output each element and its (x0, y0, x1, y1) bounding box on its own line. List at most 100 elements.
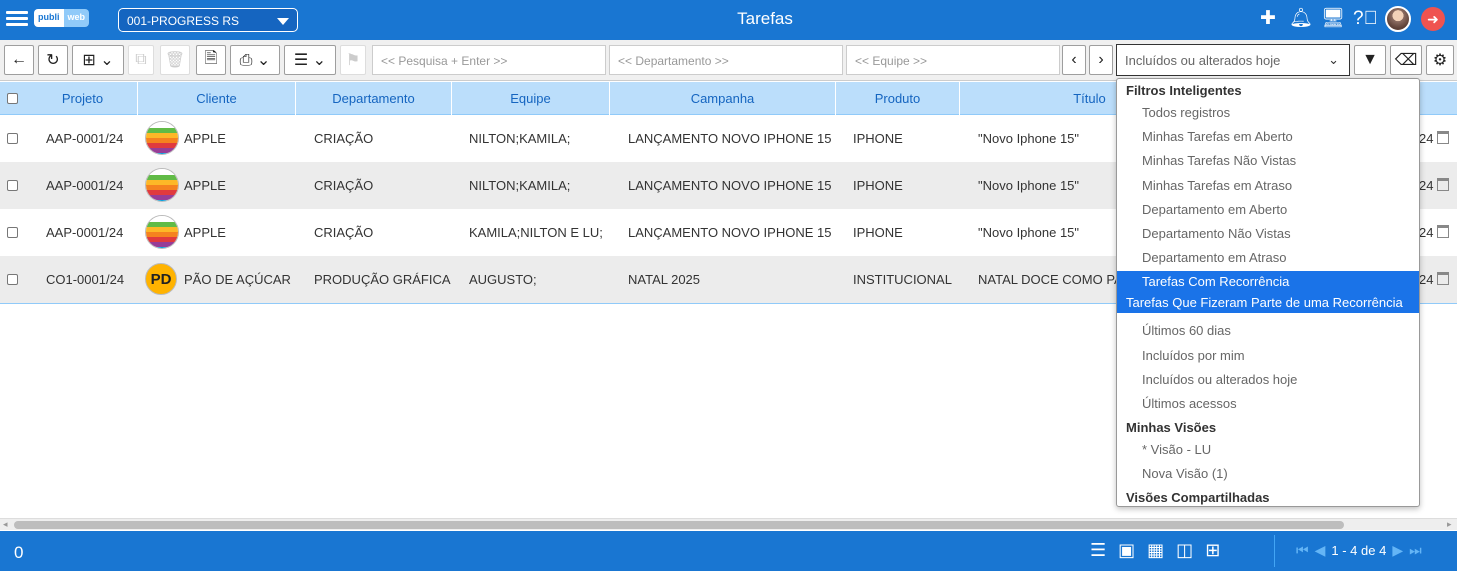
cell-campanha: LANÇAMENTO NOVO IPHONE 15 (628, 131, 832, 146)
divider (1274, 535, 1275, 567)
horizontal-scrollbar[interactable]: ◂ ▸ (0, 518, 1457, 530)
scroll-left-arrow-icon[interactable]: ◂ (3, 519, 8, 530)
cell-projeto: AAP-0001/24 (46, 225, 124, 240)
last-page-icon[interactable]: ⏭ (1409, 542, 1422, 559)
delete-icon[interactable]: 🗑︎ (160, 45, 190, 75)
list-view-icon[interactable]: ☰ (1090, 540, 1106, 561)
view-selector[interactable]: Incluídos ou alterados hoje ⌄ (1116, 44, 1350, 76)
dropdown-item[interactable]: Nova Visão (1) (1117, 463, 1419, 484)
avatar[interactable] (1385, 6, 1411, 32)
dropdown-item[interactable]: Departamento Não Vistas (1117, 223, 1419, 244)
cell-produto: IPHONE (853, 178, 903, 193)
app-logo: publi web (34, 9, 90, 27)
calendar-icon[interactable] (1437, 131, 1449, 144)
cell-campanha: NATAL 2025 (628, 272, 701, 287)
scrollbar-thumb[interactable] (14, 521, 1344, 529)
top-bar: publi web 001-PROGRESS RS Tarefas ✚ 🔔︎ 🖥… (0, 0, 1457, 40)
dropdown-item[interactable]: Departamento em Atraso (1117, 247, 1419, 268)
team-filter-input[interactable]: << Equipe >> (846, 45, 1060, 75)
copy-icon[interactable]: ⧉ (128, 45, 154, 75)
add-dropdown-button[interactable]: ⊞ ⌄ (72, 45, 124, 75)
dropdown-item[interactable]: Minhas Tarefas em Atraso (1117, 175, 1419, 196)
row-checkbox[interactable] (7, 274, 18, 285)
col-cliente[interactable]: Cliente (138, 82, 296, 115)
calendar-view-icon[interactable]: ▦ (1147, 540, 1164, 561)
dropdown-item[interactable]: Últimos acessos (1117, 393, 1419, 414)
search-input[interactable]: << Pesquisa + Enter >> (372, 45, 606, 75)
cell-produto: IPHONE (853, 225, 903, 240)
back-arrow-icon[interactable]: ← (4, 45, 34, 75)
plus-icon[interactable]: ✚ (1257, 6, 1279, 32)
dropdown-group-shared-views: Visões Compartilhadas (1126, 490, 1270, 505)
export-excel-icon[interactable]: 🗎 (196, 45, 226, 75)
company-selector[interactable]: 001-PROGRESS RS (118, 8, 298, 32)
eraser-icon[interactable]: ⌫ (1390, 45, 1422, 75)
dropdown-group-smart-filters: Filtros Inteligentes (1126, 83, 1242, 98)
dropdown-item[interactable]: Minhas Tarefas em Aberto (1117, 126, 1419, 147)
cell-equipe: NILTON;KAMILA; (469, 178, 571, 193)
cell-cliente: APPLE (184, 225, 226, 240)
cell-cliente: APPLE (184, 131, 226, 146)
col-equipe[interactable]: Equipe (452, 82, 610, 115)
calendar-icon[interactable] (1437, 225, 1449, 238)
cell-campanha: LANÇAMENTO NOVO IPHONE 15 (628, 225, 832, 240)
prev-page-icon[interactable]: ◀ (1315, 542, 1326, 559)
col-produto[interactable]: Produto (836, 82, 960, 115)
cell-projeto: AAP-0001/24 (46, 178, 124, 193)
cell-equipe: NILTON;KAMILA; (469, 131, 571, 146)
split-view-icon[interactable]: ◫ (1176, 540, 1193, 561)
hamburger-menu-icon[interactable] (6, 8, 28, 30)
toolbar: ← ↻ ⊞ ⌄ ⧉ 🗑︎ 🗎 ⎙ ⌄ ☰ ⌄ ⚑ << Pesquisa + E… (0, 40, 1457, 81)
refresh-icon[interactable]: ↻ (38, 45, 68, 75)
row-checkbox[interactable] (7, 227, 18, 238)
calendar-icon[interactable] (1437, 178, 1449, 191)
first-page-icon[interactable]: ⏮ (1296, 542, 1309, 559)
caret-down-icon (277, 18, 289, 25)
cell-departamento: CRIAÇÃO (314, 131, 374, 146)
cell-titulo: "Novo Iphone 15" (978, 131, 1080, 146)
dropdown-item[interactable]: Incluídos ou alterados hoje (1117, 369, 1419, 390)
help-icon[interactable]: ?⃝ (1353, 6, 1378, 32)
calendar-icon[interactable] (1437, 272, 1449, 285)
dropdown-item[interactable]: Últimos 60 dias (1117, 320, 1419, 341)
next-chevron-icon[interactable]: › (1089, 45, 1113, 75)
sort-dropdown-button[interactable]: ☰ ⌄ (284, 45, 336, 75)
flag-icon[interactable]: ⚑ (340, 45, 366, 75)
cell-equipe: AUGUSTO; (469, 272, 537, 287)
dropdown-item[interactable]: Todos registros (1117, 102, 1419, 123)
gallery-view-icon[interactable]: ▣ (1118, 540, 1135, 561)
row-checkbox[interactable] (7, 180, 18, 191)
cell-produto: IPHONE (853, 131, 903, 146)
cell-titulo: "Novo Iphone 15" (978, 225, 1080, 240)
grid-view-icon[interactable]: ⊞ (1205, 540, 1220, 561)
department-filter-input[interactable]: << Departamento >> (609, 45, 843, 75)
col-campanha[interactable]: Campanha (610, 82, 836, 115)
scroll-right-arrow-icon[interactable]: ▸ (1447, 519, 1452, 530)
print-dropdown-button[interactable]: ⎙ ⌄ (230, 45, 280, 75)
col-departamento[interactable]: Departamento (296, 82, 452, 115)
select-all-checkbox[interactable] (7, 93, 18, 104)
dropdown-item[interactable]: * Visão - LU (1117, 439, 1419, 460)
next-page-icon[interactable]: ▶ (1392, 542, 1403, 559)
filter-icon[interactable]: ▼ (1354, 45, 1386, 75)
logout-icon[interactable]: ➜ (1421, 7, 1445, 31)
logo-text-web: web (63, 9, 90, 27)
cell-departamento: CRIAÇÃO (314, 225, 374, 240)
monitor-icon[interactable]: 🖥︎ (1321, 6, 1345, 32)
cell-departamento: PRODUÇÃO GRÁFICA (314, 272, 451, 287)
bell-icon[interactable]: 🔔︎ (1289, 6, 1313, 32)
prev-chevron-icon[interactable]: ‹ (1062, 45, 1086, 75)
pager-text: 1 - 4 de 4 (1331, 543, 1387, 558)
row-checkbox[interactable] (7, 133, 18, 144)
dropdown-item-selected[interactable]: Tarefas Com Recorrência (1117, 271, 1419, 292)
dropdown-item[interactable]: Minhas Tarefas Não Vistas (1117, 150, 1419, 171)
view-dropdown-menu: Filtros Inteligentes Todos registros Min… (1116, 78, 1420, 507)
company-label: 001-PROGRESS RS (127, 14, 240, 28)
cell-departamento: CRIAÇÃO (314, 178, 374, 193)
dropdown-item[interactable]: Incluídos por mim (1117, 345, 1419, 366)
settings-gear-icon[interactable]: ⚙ (1426, 45, 1454, 75)
dropdown-item-selected[interactable]: Tarefas Que Fizeram Parte de uma Recorrê… (1117, 292, 1419, 313)
dropdown-group-my-views: Minhas Visões (1126, 420, 1217, 435)
dropdown-item[interactable]: Departamento em Aberto (1117, 199, 1419, 220)
col-projeto[interactable]: Projeto (28, 82, 138, 115)
